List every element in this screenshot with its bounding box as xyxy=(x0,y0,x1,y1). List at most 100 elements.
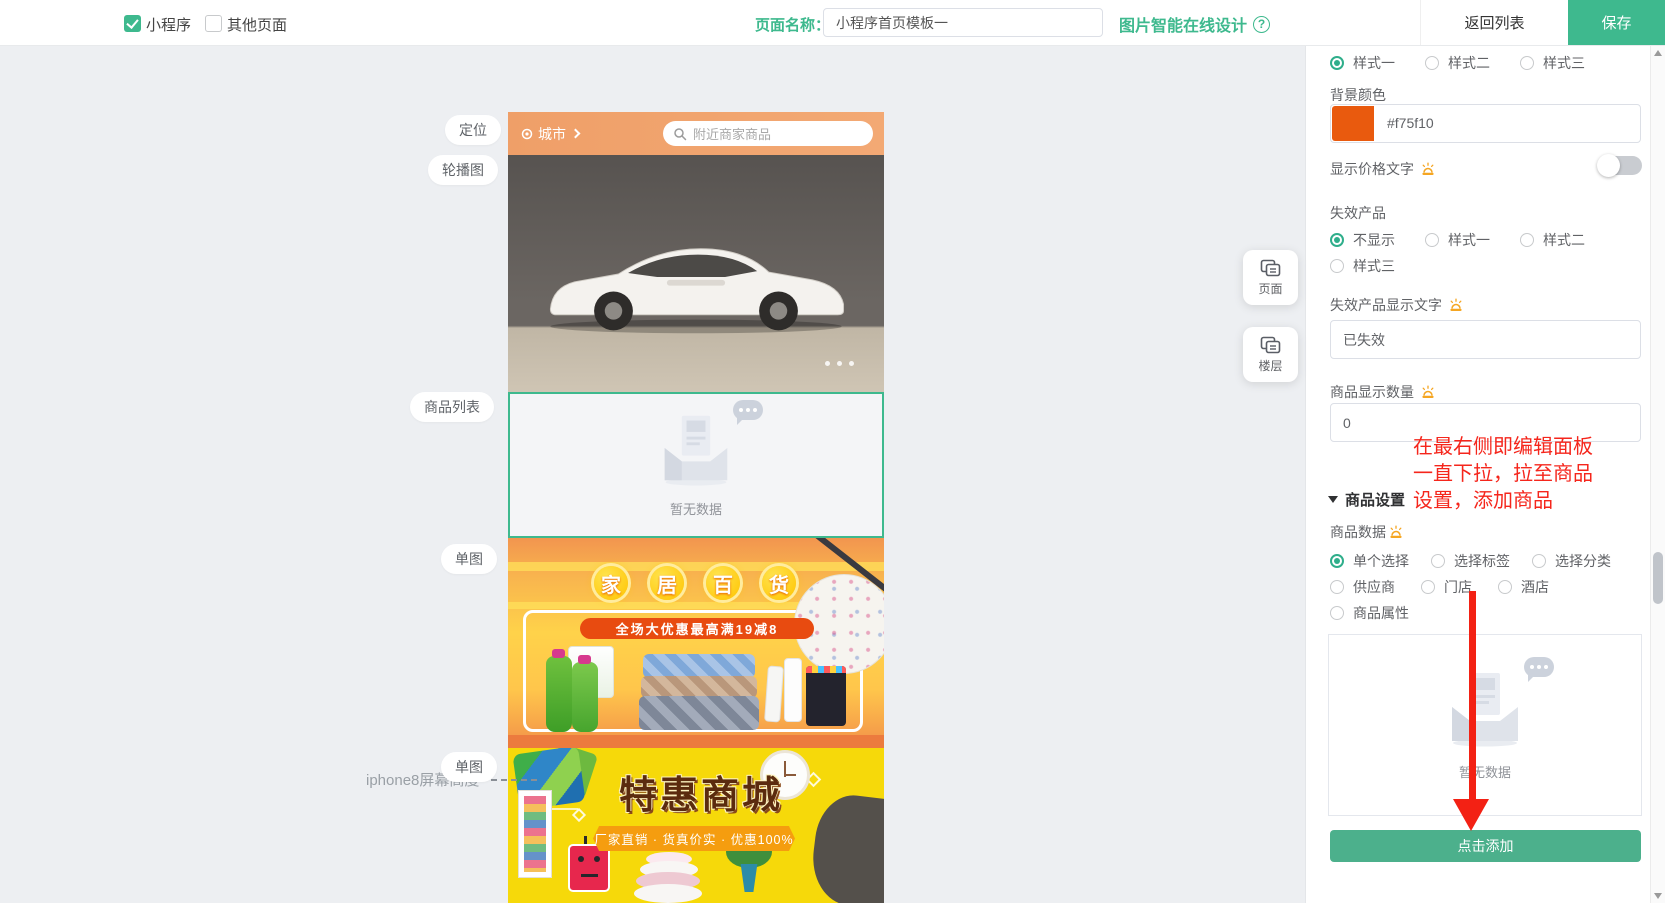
miniprogram-checkbox-label: 小程序 xyxy=(146,14,191,35)
radio-single-select[interactable]: 单个选择 xyxy=(1330,551,1409,571)
scrollbar-thumb[interactable] xyxy=(1653,552,1663,604)
show-price-label: 显示价格文字 xyxy=(1330,159,1436,179)
invalid-product-label: 失效产品 xyxy=(1330,203,1386,223)
radio-product-attribute[interactable]: 商品属性 xyxy=(1330,603,1409,623)
single-image-banner-1[interactable]: 家 居 百 货 全场大优惠最高满19减8 xyxy=(508,538,884,748)
display-count-label: 商品显示数量 xyxy=(1330,382,1436,402)
phone-preview: 城市 附近商家商品 xyxy=(508,112,884,903)
page-layers-button[interactable]: 页面 xyxy=(1243,250,1298,305)
snack-pack xyxy=(806,666,846,726)
bg-color-picker[interactable]: #f75f10 xyxy=(1330,104,1641,143)
bottle-cap xyxy=(552,649,565,658)
page-layers-label: 页面 xyxy=(1258,280,1282,297)
component-label-position[interactable]: 定位 xyxy=(445,115,501,145)
search-placeholder: 附近商家商品 xyxy=(693,124,771,143)
online-design-link[interactable]: 图片智能在线设计 ? xyxy=(1119,12,1270,36)
radio-invalid-style-3[interactable]: 样式三 xyxy=(1330,256,1395,276)
alarm-icon xyxy=(1420,385,1436,400)
radio-hotel[interactable]: 酒店 xyxy=(1498,577,1549,597)
radio-invalid-style-2[interactable]: 样式二 xyxy=(1520,230,1585,250)
single-image-banner-2[interactable]: 特惠商城 厂家直销 · 货真价实 · 优惠100% xyxy=(508,748,884,903)
top-toolbar: 小程序 其他页面 页面名称： 图片智能在线设计 ? 返回列表 保存 xyxy=(0,0,1665,46)
vertical-scrollbar[interactable] xyxy=(1650,46,1665,903)
scrollbar-up-arrow[interactable] xyxy=(1654,50,1662,56)
component-label-single-image-2[interactable]: 单图 xyxy=(441,752,497,782)
radio-no-display[interactable]: 不显示 xyxy=(1330,230,1395,250)
radio-icon xyxy=(1425,56,1439,70)
page-name-input[interactable] xyxy=(823,8,1103,37)
sports-car-image xyxy=(531,210,861,340)
radio-invalid-style-1[interactable]: 样式一 xyxy=(1425,230,1490,250)
radio-supplier[interactable]: 供应商 xyxy=(1330,577,1395,597)
towel-brown xyxy=(641,676,757,698)
return-list-label: 返回列表 xyxy=(1464,12,1524,33)
art-frame-pattern xyxy=(524,796,546,872)
empty-state xyxy=(1442,669,1528,752)
radio-select-tag[interactable]: 选择标签 xyxy=(1431,551,1510,571)
flower-vase xyxy=(738,864,760,892)
style-radio-group: 样式一 样式二 样式三 xyxy=(1330,53,1585,73)
radio-icon xyxy=(1520,56,1534,70)
empty-state xyxy=(655,412,737,491)
city-selector[interactable]: 城市 xyxy=(520,124,579,144)
radio-icon xyxy=(1532,554,1546,568)
radio-style-2[interactable]: 样式二 xyxy=(1425,53,1490,73)
invalid-product-radio-group: 不显示 样式一 样式二 xyxy=(1330,230,1585,250)
search-input[interactable]: 附近商家商品 xyxy=(663,121,873,146)
annotation-line-2: 一直下拉，拉至商品 xyxy=(1413,461,1593,488)
component-label-carousel[interactable]: 轮播图 xyxy=(428,155,498,185)
radio-selected-icon xyxy=(1330,233,1344,247)
bowl xyxy=(634,884,702,903)
empty-box-icon xyxy=(655,412,737,486)
towel-gray xyxy=(639,696,759,730)
location-pin-icon xyxy=(520,127,534,141)
product-data-radio-row1: 单个选择 选择标签 选择分类 xyxy=(1330,551,1611,571)
product-empty-box: 暂无数据 xyxy=(1328,634,1642,816)
radio-store[interactable]: 门店 xyxy=(1421,577,1472,597)
color-swatch[interactable] xyxy=(1332,106,1374,141)
robot-eye xyxy=(594,856,600,862)
carousel-banner[interactable] xyxy=(508,155,884,392)
help-icon[interactable]: ? xyxy=(1253,16,1270,33)
bg-color-label: 背景颜色 xyxy=(1330,85,1386,105)
towel-blue xyxy=(643,654,755,678)
invalid-text-input[interactable] xyxy=(1330,320,1641,359)
snack-pack-stripe xyxy=(806,666,846,673)
save-button[interactable]: 保存 xyxy=(1568,0,1665,45)
bottle-cap xyxy=(578,655,591,664)
other-pages-checkbox-label: 其他页面 xyxy=(227,14,287,35)
product-data-label: 商品数据 xyxy=(1330,522,1404,542)
other-pages-checkbox[interactable] xyxy=(205,15,222,32)
banner1-char: 货 xyxy=(762,566,796,600)
show-price-toggle-off[interactable] xyxy=(1598,156,1642,175)
component-label-product-list[interactable]: 商品列表 xyxy=(410,392,494,422)
radio-style-1[interactable]: 样式一 xyxy=(1330,53,1395,73)
click-add-button[interactable]: 点击添加 xyxy=(1330,830,1641,862)
product-settings-title: 商品设置 xyxy=(1345,489,1405,510)
invalid-text-label: 失效产品显示文字 xyxy=(1330,295,1464,315)
component-label-single-image-1[interactable]: 单图 xyxy=(441,544,497,574)
radio-selected-icon xyxy=(1330,56,1344,70)
diamond-deco xyxy=(572,808,586,822)
product-settings-header[interactable]: 商品设置 xyxy=(1328,489,1405,510)
carousel-indicator-dots xyxy=(825,361,854,366)
radio-style-3[interactable]: 样式三 xyxy=(1520,53,1585,73)
radio-icon xyxy=(1498,580,1512,594)
ellipsis-bubble-icon xyxy=(733,400,763,420)
scrollbar-down-arrow[interactable] xyxy=(1654,893,1662,899)
miniprogram-checkbox[interactable] xyxy=(124,15,141,32)
robot-mouth xyxy=(581,874,598,877)
floor-layers-button[interactable]: 楼层 xyxy=(1243,327,1298,382)
radio-select-category[interactable]: 选择分类 xyxy=(1532,551,1611,571)
return-list-button[interactable]: 返回列表 xyxy=(1420,0,1568,45)
display-count-label-text: 商品显示数量 xyxy=(1330,382,1414,402)
red-arrow-line xyxy=(1469,591,1476,799)
product-list-component-selected[interactable]: 暂无数据 xyxy=(508,392,884,538)
phone-location-header[interactable]: 城市 附近商家商品 xyxy=(508,112,884,155)
banner1-title-circles: 家 居 百 货 xyxy=(594,566,796,600)
tutorial-annotation: 在最右侧即编辑面板 一直下拉，拉至商品 设置，添加商品 xyxy=(1413,434,1593,515)
radio-selected-icon xyxy=(1330,554,1344,568)
coat-item xyxy=(808,791,884,903)
cosmetic-bottle xyxy=(784,658,802,722)
save-label: 保存 xyxy=(1601,12,1631,33)
